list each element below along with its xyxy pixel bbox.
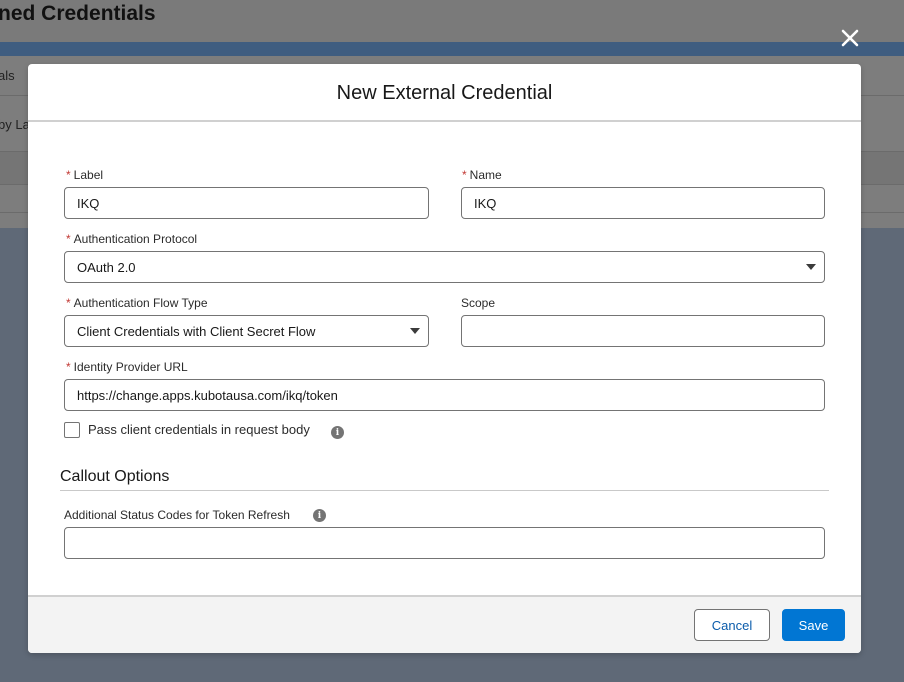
- close-modal-button[interactable]: [836, 24, 864, 52]
- pass-credentials-checkbox[interactable]: [64, 422, 80, 438]
- required-marker: *: [462, 168, 467, 182]
- cancel-button[interactable]: Cancel: [694, 609, 770, 641]
- pass-credentials-label: Pass client credentials in request body: [88, 422, 310, 437]
- auth-flow-type-select[interactable]: Client Credentials with Client Secret Fl…: [64, 315, 429, 347]
- auth-protocol-select[interactable]: OAuth 2.0: [64, 251, 825, 283]
- required-marker: *: [66, 296, 71, 310]
- auth-protocol-label: * Authentication Protocol: [66, 232, 198, 246]
- new-external-credential-modal: New External Credential * Label IKQ * Name…: [28, 64, 861, 653]
- callout-options-heading: Callout Options: [60, 468, 170, 485]
- scope-label: Scope: [461, 296, 496, 310]
- background-tab-label: als: [0, 68, 15, 83]
- status-codes-input[interactable]: [64, 527, 825, 559]
- identity-provider-url-label: * Identity Provider URL: [66, 360, 188, 374]
- chevron-down-icon: [410, 328, 420, 334]
- auth-flow-type-label: * Authentication Flow Type: [66, 296, 208, 310]
- modal-header: New External Credential: [28, 64, 861, 122]
- auth-protocol-value: OAuth 2.0: [77, 259, 136, 275]
- required-marker: *: [66, 168, 71, 182]
- label-input[interactable]: IKQ: [64, 187, 429, 219]
- name-input-value: IKQ: [474, 195, 497, 211]
- status-codes-label: Additional Status Codes for Token Refres…: [64, 508, 290, 522]
- chevron-down-icon: [806, 264, 816, 270]
- modal-footer: Cancel Save: [28, 595, 861, 653]
- info-icon[interactable]: i: [331, 426, 344, 439]
- required-marker: *: [66, 232, 71, 246]
- scope-input[interactable]: [461, 315, 825, 347]
- name-input[interactable]: IKQ: [461, 187, 825, 219]
- close-icon: [841, 29, 859, 47]
- background-page-title: ned Credentials: [0, 2, 156, 25]
- identity-provider-url-input[interactable]: https://change.apps.kubotausa.com/ikq/to…: [64, 379, 825, 411]
- background-list-text: by La: [0, 117, 30, 132]
- required-marker: *: [66, 360, 71, 374]
- section-divider: [60, 490, 829, 491]
- save-button[interactable]: Save: [782, 609, 845, 641]
- label-field-label: * Label: [66, 168, 104, 182]
- name-field-label: * Name: [462, 168, 502, 182]
- modal-title: New External Credential: [336, 81, 553, 104]
- info-icon[interactable]: i: [313, 509, 326, 522]
- identity-provider-url-value: https://change.apps.kubotausa.com/ikq/to…: [77, 387, 338, 403]
- auth-flow-type-value: Client Credentials with Client Secret Fl…: [77, 323, 316, 339]
- background-banner: [0, 42, 904, 56]
- label-input-value: IKQ: [77, 195, 100, 211]
